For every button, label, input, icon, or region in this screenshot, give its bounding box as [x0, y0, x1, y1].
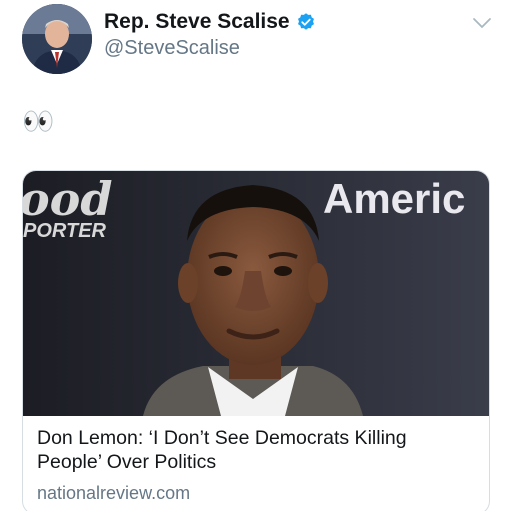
card-title-line-1: Don Lemon: ‘I Don’t See Democrats Killin… [37, 427, 407, 449]
card-title-line-2: People’ Over Politics [37, 451, 217, 473]
card-image: ood PORTER Americ [23, 171, 489, 416]
avatar[interactable] [22, 4, 92, 74]
link-preview-card[interactable]: ood PORTER Americ Don Lemon: ‘I Don’t Se… [22, 170, 490, 511]
tweet-header: Rep. Steve Scalise @SteveScalise [0, 0, 512, 80]
author-handle[interactable]: @SteveScalise [104, 36, 240, 60]
card-photo: ood PORTER Americ [23, 171, 489, 416]
backdrop-text-left: ood [23, 172, 113, 226]
profile-photo-icon [22, 4, 92, 74]
backdrop-text-left-sub: PORTER [23, 220, 107, 242]
tweet-text: 👀 [22, 106, 55, 136]
card-domain: nationalreview.com [37, 483, 191, 503]
verified-badge-icon [297, 13, 314, 30]
backdrop-text-right: Americ [323, 175, 465, 222]
chevron-down-icon[interactable] [472, 16, 492, 30]
author-display-name[interactable]: Rep. Steve Scalise [104, 10, 290, 34]
